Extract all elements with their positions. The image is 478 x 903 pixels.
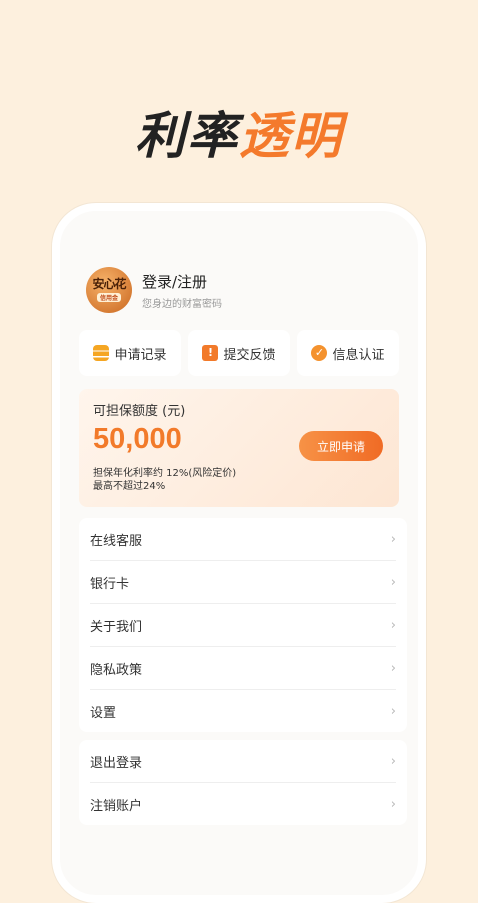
menu-item-privacy-policy[interactable]: 隐私政策 ›	[90, 647, 396, 690]
verify-check-icon: ✓	[311, 345, 328, 361]
rate-note: 担保年化利率约 12%(风险定价) 最高不超过24%	[93, 467, 236, 493]
account-menu: 退出登录 › 注销账户 ›	[79, 740, 407, 825]
credit-card: 可担保额度 (元) 50,000 立即申请 担保年化利率约 12%(风险定价) …	[79, 389, 399, 507]
quick-actions: 申请记录 ! 提交反馈 ✓ 信息认证	[79, 330, 399, 376]
submit-feedback-label: 提交反馈	[223, 347, 276, 363]
feedback-icon: !	[202, 345, 219, 361]
submit-feedback-button[interactable]: ! 提交反馈	[188, 330, 290, 376]
info-verification-label: 信息认证	[332, 347, 385, 363]
info-verification-button[interactable]: ✓ 信息认证	[297, 330, 399, 376]
menu-item-label: 关于我们	[90, 619, 143, 635]
menu-list: 在线客服 › 银行卡 › 关于我们 › 隐私政策 › 设置 ›	[79, 518, 407, 732]
phone-frame: 安心花 信用金 登录/注册 您身边的财富密码 申请记录 ! 提交反馈 ✓ 信息认…	[52, 203, 426, 903]
chevron-right-icon: ›	[390, 703, 396, 719]
menu-item-delete-account[interactable]: 注销账户 ›	[90, 783, 396, 825]
chevron-right-icon: ›	[390, 753, 396, 769]
menu-item-settings[interactable]: 设置 ›	[90, 690, 396, 732]
apply-now-button[interactable]: 立即申请	[299, 431, 383, 461]
chevron-right-icon: ›	[390, 531, 396, 547]
headline: 利率透明	[0, 96, 478, 168]
credit-limit-label: 可担保额度 (元)	[93, 404, 186, 419]
login-register-link[interactable]: 登录/注册	[142, 271, 222, 292]
chevron-right-icon: ›	[390, 660, 396, 676]
menu-item-label: 在线客服	[90, 533, 143, 549]
rate-line-2: 最高不超过24%	[93, 481, 166, 492]
menu-item-label: 银行卡	[90, 576, 130, 592]
menu-item-label: 隐私政策	[90, 662, 143, 678]
apply-records-button[interactable]: 申请记录	[79, 330, 181, 376]
coins-icon	[93, 345, 110, 361]
apply-records-label: 申请记录	[114, 347, 167, 363]
menu-item-label: 退出登录	[90, 755, 143, 771]
app-logo-text: 安心花	[92, 277, 126, 291]
profile-header[interactable]: 安心花 信用金 登录/注册 您身边的财富密码	[86, 267, 222, 313]
chevron-right-icon: ›	[390, 574, 396, 590]
chevron-right-icon: ›	[390, 617, 396, 633]
menu-item-about-us[interactable]: 关于我们 ›	[90, 604, 396, 647]
menu-item-logout[interactable]: 退出登录 ›	[90, 740, 396, 783]
headline-part2: 透明	[239, 107, 343, 165]
headline-part1: 利率	[135, 107, 239, 165]
slogan: 您身边的财富密码	[142, 298, 222, 310]
chevron-right-icon: ›	[390, 796, 396, 812]
avatar: 安心花 信用金	[86, 267, 132, 313]
menu-item-label: 设置	[90, 705, 117, 721]
menu-item-label: 注销账户	[90, 798, 143, 814]
menu-item-online-service[interactable]: 在线客服 ›	[90, 518, 396, 561]
credit-amount: 50,000	[93, 423, 182, 455]
rate-line-1: 担保年化利率约 12%(风险定价)	[93, 468, 237, 479]
menu-item-bank-card[interactable]: 银行卡 ›	[90, 561, 396, 604]
app-logo-sub: 信用金	[96, 293, 121, 302]
